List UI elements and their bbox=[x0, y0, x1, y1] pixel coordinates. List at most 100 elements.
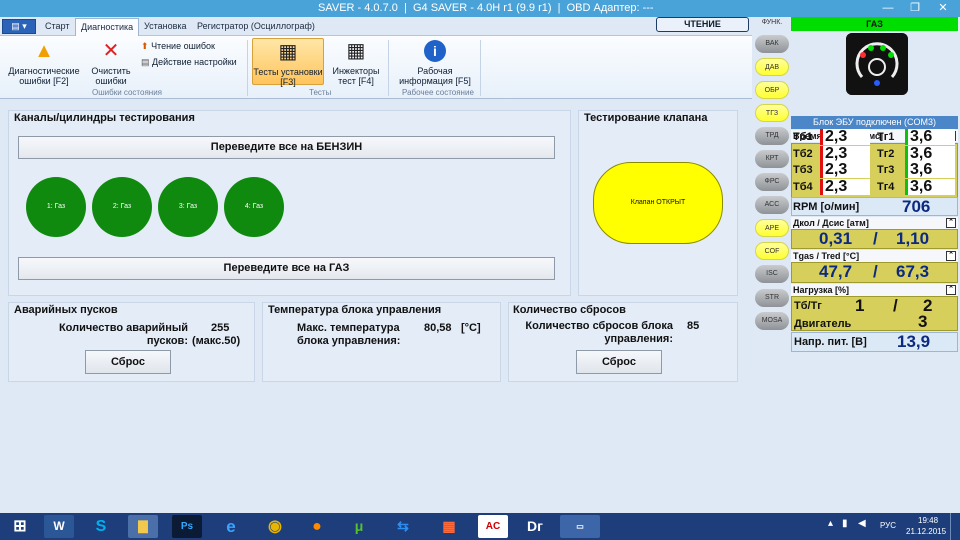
dg-app-icon[interactable]: Dг bbox=[520, 515, 550, 538]
clock-date[interactable]: 21.12.2015 bbox=[906, 527, 946, 536]
inj-label-b3: Тб3 bbox=[793, 164, 813, 176]
apps-grid-icon[interactable]: ▦ bbox=[434, 515, 464, 538]
to-petrol-button[interactable]: Переведите все на БЕНЗИН bbox=[18, 136, 555, 159]
minimize-icon[interactable]: — bbox=[875, 0, 901, 17]
side-button-vak[interactable]: ВАК bbox=[755, 35, 789, 53]
cylinder-3[interactable]: 3: Газ bbox=[158, 177, 218, 237]
show-desktop-button[interactable] bbox=[950, 513, 960, 540]
load-separator: / bbox=[893, 296, 898, 315]
rpm-label: RPM [о/мин] bbox=[793, 201, 860, 213]
collapse-icon[interactable]: ⌃ bbox=[946, 251, 956, 261]
side-button-str[interactable]: STR bbox=[755, 289, 789, 307]
side-button-mosa[interactable]: MOSA bbox=[755, 312, 789, 330]
pressure-collector-value: 0,31 bbox=[819, 229, 853, 248]
pressure-header-label: Дкол / Дсис [атм] bbox=[793, 218, 869, 228]
tab-install[interactable]: Установка bbox=[139, 20, 192, 32]
side-button-acc[interactable]: АСС bbox=[755, 196, 789, 214]
internet-explorer-icon[interactable]: e bbox=[216, 515, 246, 538]
clear-errors-button[interactable]: ✕ Очистить ошибки bbox=[88, 40, 134, 86]
to-gas-button[interactable]: Переведите все на ГАЗ bbox=[18, 257, 555, 280]
inj-value-b4: 2,3 bbox=[820, 179, 870, 195]
side-button-trd[interactable]: ТРД bbox=[755, 127, 789, 145]
side-button-isc[interactable]: ISC bbox=[755, 265, 789, 283]
emergency-value: 255 bbox=[211, 322, 230, 334]
teamviewer-icon[interactable]: ⇆ bbox=[388, 515, 418, 538]
side-button-ape[interactable]: АРЕ bbox=[755, 219, 789, 237]
cylinder-2[interactable]: 2: Газ bbox=[92, 177, 152, 237]
read-errors-button[interactable]: ⬆ Чтение ошибок bbox=[141, 41, 215, 52]
read-button[interactable]: ЧТЕНИЕ bbox=[656, 17, 749, 32]
injectors-test-button[interactable]: ▦ Инжекторы тест [F4] bbox=[328, 40, 384, 86]
collapse-icon[interactable]: ⌃ bbox=[946, 218, 956, 228]
pressure-system-value: 1,10 bbox=[896, 229, 930, 248]
load-ratio-label: Тб/Тг bbox=[794, 300, 822, 312]
windows-start-icon[interactable]: ⊞ bbox=[4, 515, 36, 538]
maximize-icon[interactable]: ❐ bbox=[902, 0, 928, 17]
title-bar: SAVER - 4.0.7.0 | G4 SAVER - 4.0H r1 (9.… bbox=[0, 0, 960, 17]
tab-start[interactable]: Старт bbox=[40, 20, 74, 32]
tab-diagnostics[interactable]: Диагностика bbox=[75, 18, 140, 37]
network-icon[interactable]: ▮ bbox=[842, 518, 848, 529]
side-button-krt[interactable]: КРТ bbox=[755, 150, 789, 168]
ribbon-separator bbox=[388, 40, 389, 96]
inj-label-g3: Тг3 bbox=[877, 164, 895, 176]
inj-label-b4: Тб4 bbox=[793, 181, 813, 193]
side-button-tgz[interactable]: ТГЗ bbox=[755, 104, 789, 122]
document-icon: ▤ bbox=[141, 57, 150, 67]
func-label: ФУНК. bbox=[761, 19, 783, 26]
temperature-title: Температура блока управления bbox=[268, 304, 442, 316]
utorrent-icon[interactable]: μ bbox=[344, 515, 374, 538]
cylinder-1[interactable]: 1: Газ bbox=[26, 177, 86, 237]
group-work-label: Рабочее состояние bbox=[402, 88, 474, 97]
collapse-icon[interactable]: ⌃ bbox=[946, 285, 956, 295]
action-settings-label: Действие настройки bbox=[152, 57, 237, 67]
saver-app-icon[interactable]: ▭ bbox=[560, 515, 600, 538]
temp-header-label: Tgas / Tred [°C] bbox=[793, 251, 860, 261]
work-info-button[interactable]: i Рабочая информация [F5] bbox=[393, 40, 477, 86]
volume-icon[interactable]: ◀ bbox=[858, 518, 866, 529]
explorer-icon[interactable]: ▇ bbox=[128, 515, 158, 538]
diag-errors-button[interactable]: ▲ Диагностические ошибки [F2] bbox=[4, 40, 84, 86]
clear-x-icon: ✕ bbox=[102, 40, 120, 62]
read-errors-label: Чтение ошибок bbox=[151, 41, 215, 51]
ac-app-icon[interactable]: AC bbox=[478, 515, 508, 538]
side-button-dav[interactable]: ДАВ bbox=[755, 58, 789, 76]
tray-arrow-icon[interactable]: ▴ bbox=[828, 518, 833, 529]
tests-install-button[interactable]: ▦ Тесты установки [F3] bbox=[252, 38, 324, 87]
side-button-cof[interactable]: COF bbox=[755, 242, 789, 260]
tred-value: 67,3 bbox=[896, 262, 930, 281]
word-icon[interactable]: W bbox=[44, 515, 74, 538]
work-info-label: Рабочая информация [F5] bbox=[399, 66, 471, 86]
inj-value-b2: 2,3 bbox=[820, 146, 870, 162]
tab-recorder[interactable]: Регистратор (Осциллограф) bbox=[192, 20, 320, 32]
cylinder-4[interactable]: 4: Газ bbox=[224, 177, 284, 237]
ribbon: ▲ Диагностические ошибки [F2] ✕ Очистить… bbox=[0, 36, 752, 99]
close-icon[interactable]: ✕ bbox=[930, 0, 956, 17]
skype-icon[interactable]: S bbox=[86, 515, 116, 538]
tests-install-label: Тесты установки [F3] bbox=[253, 67, 323, 87]
valve-indicator[interactable]: Клапан ОТКРЫТ bbox=[593, 162, 723, 244]
resets-title: Количество сбросов bbox=[513, 304, 626, 316]
voltage-value: 13,9 bbox=[897, 332, 931, 351]
clear-errors-label: Очистить ошибки bbox=[91, 66, 131, 86]
photoshop-icon[interactable]: Ps bbox=[172, 515, 202, 538]
valve-title: Тестирование клапана bbox=[584, 112, 708, 124]
warning-icon: ▲ bbox=[34, 40, 54, 62]
action-settings-button[interactable]: ▤ Действие настройки bbox=[141, 57, 237, 68]
side-button-frs[interactable]: ФРС bbox=[755, 173, 789, 191]
side-button-obr[interactable]: ОБР bbox=[755, 81, 789, 99]
tgas-value: 47,7 bbox=[819, 262, 853, 281]
emergency-reset-button[interactable]: Сброс bbox=[85, 350, 171, 374]
chrome-icon[interactable]: ◉ bbox=[260, 515, 290, 538]
pressure-separator: / bbox=[873, 229, 878, 248]
inj-value-g1: 3,6 bbox=[905, 129, 955, 145]
resets-reset-button[interactable]: Сброс bbox=[576, 350, 662, 374]
firefox-icon[interactable]: ● bbox=[302, 515, 332, 538]
injectors-test-label: Инжекторы тест [F4] bbox=[332, 66, 380, 86]
info-icon: i bbox=[424, 40, 446, 62]
clock-time[interactable]: 19:48 bbox=[918, 516, 938, 525]
language-indicator[interactable]: РУС bbox=[880, 521, 896, 530]
inj-label-g4: Тг4 bbox=[877, 181, 895, 193]
rpm-value: 706 bbox=[902, 197, 931, 216]
app-menu-button[interactable]: ▤ ▾ bbox=[2, 19, 36, 34]
